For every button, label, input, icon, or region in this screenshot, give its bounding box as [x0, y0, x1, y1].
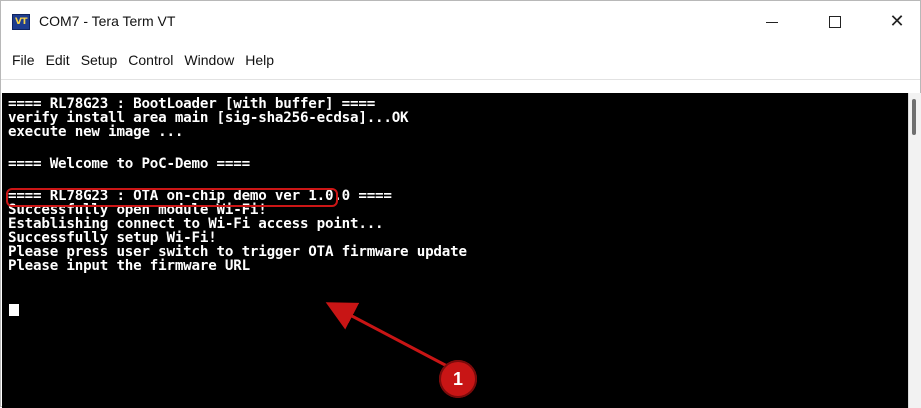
annotation-callout-badge: 1: [439, 360, 477, 398]
annotation-arrow: [325, 302, 448, 368]
tera-term-window: VT COM7 - Tera Term VT ✕ File Edit Setup…: [0, 0, 921, 408]
